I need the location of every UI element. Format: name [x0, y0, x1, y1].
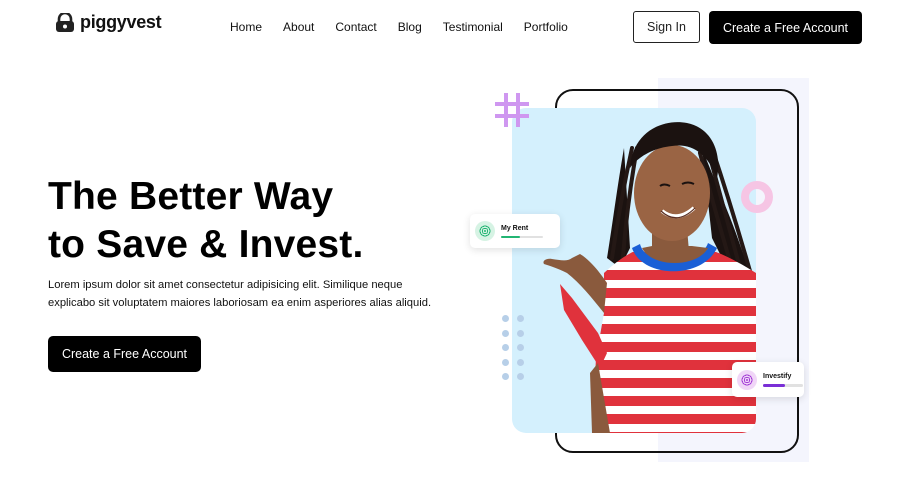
- smiling-woman-image: [543, 122, 756, 433]
- main-nav: Home About Contact Blog Testimonial Port…: [230, 19, 589, 35]
- hash-decoration-icon: [495, 93, 529, 127]
- nav-link-home[interactable]: Home: [230, 19, 262, 35]
- sign-in-button[interactable]: Sign In: [633, 11, 700, 43]
- create-account-button-nav[interactable]: Create a Free Account: [709, 11, 862, 44]
- nav-link-testimonial[interactable]: Testimonial: [443, 19, 503, 35]
- investify-progress: [763, 384, 803, 387]
- fingerprint-icon: [475, 221, 495, 241]
- hero-title-line2: to Save & Invest.: [48, 223, 364, 266]
- nav-link-contact[interactable]: Contact: [335, 19, 376, 35]
- investify-label: Investify: [763, 373, 792, 381]
- my-rent-label: My Rent: [501, 224, 529, 232]
- my-rent-progress: [501, 235, 543, 239]
- fingerprint-icon: [737, 369, 757, 390]
- my-rent-card: My Rent: [470, 214, 560, 248]
- brand-logo[interactable]: piggyvest: [55, 12, 162, 33]
- nav-link-about[interactable]: About: [283, 19, 314, 35]
- hero-title: The Better Way to Save & Invest.: [48, 173, 428, 269]
- nav-link-portfolio[interactable]: Portfolio: [524, 19, 568, 35]
- investify-card: Investify: [732, 362, 804, 397]
- create-account-button-hero[interactable]: Create a Free Account: [48, 336, 201, 372]
- pink-ring-decoration: [741, 181, 773, 213]
- brand-name: piggyvest: [80, 12, 162, 32]
- nav-link-blog[interactable]: Blog: [398, 19, 422, 35]
- hero-title-line1: The Better Way: [48, 175, 334, 218]
- hero-photo-card: [512, 108, 756, 433]
- hero-description: Lorem ipsum dolor sit amet consectetur a…: [48, 279, 432, 309]
- dots-decoration: [502, 315, 524, 380]
- piggy-lock-icon: [56, 12, 74, 32]
